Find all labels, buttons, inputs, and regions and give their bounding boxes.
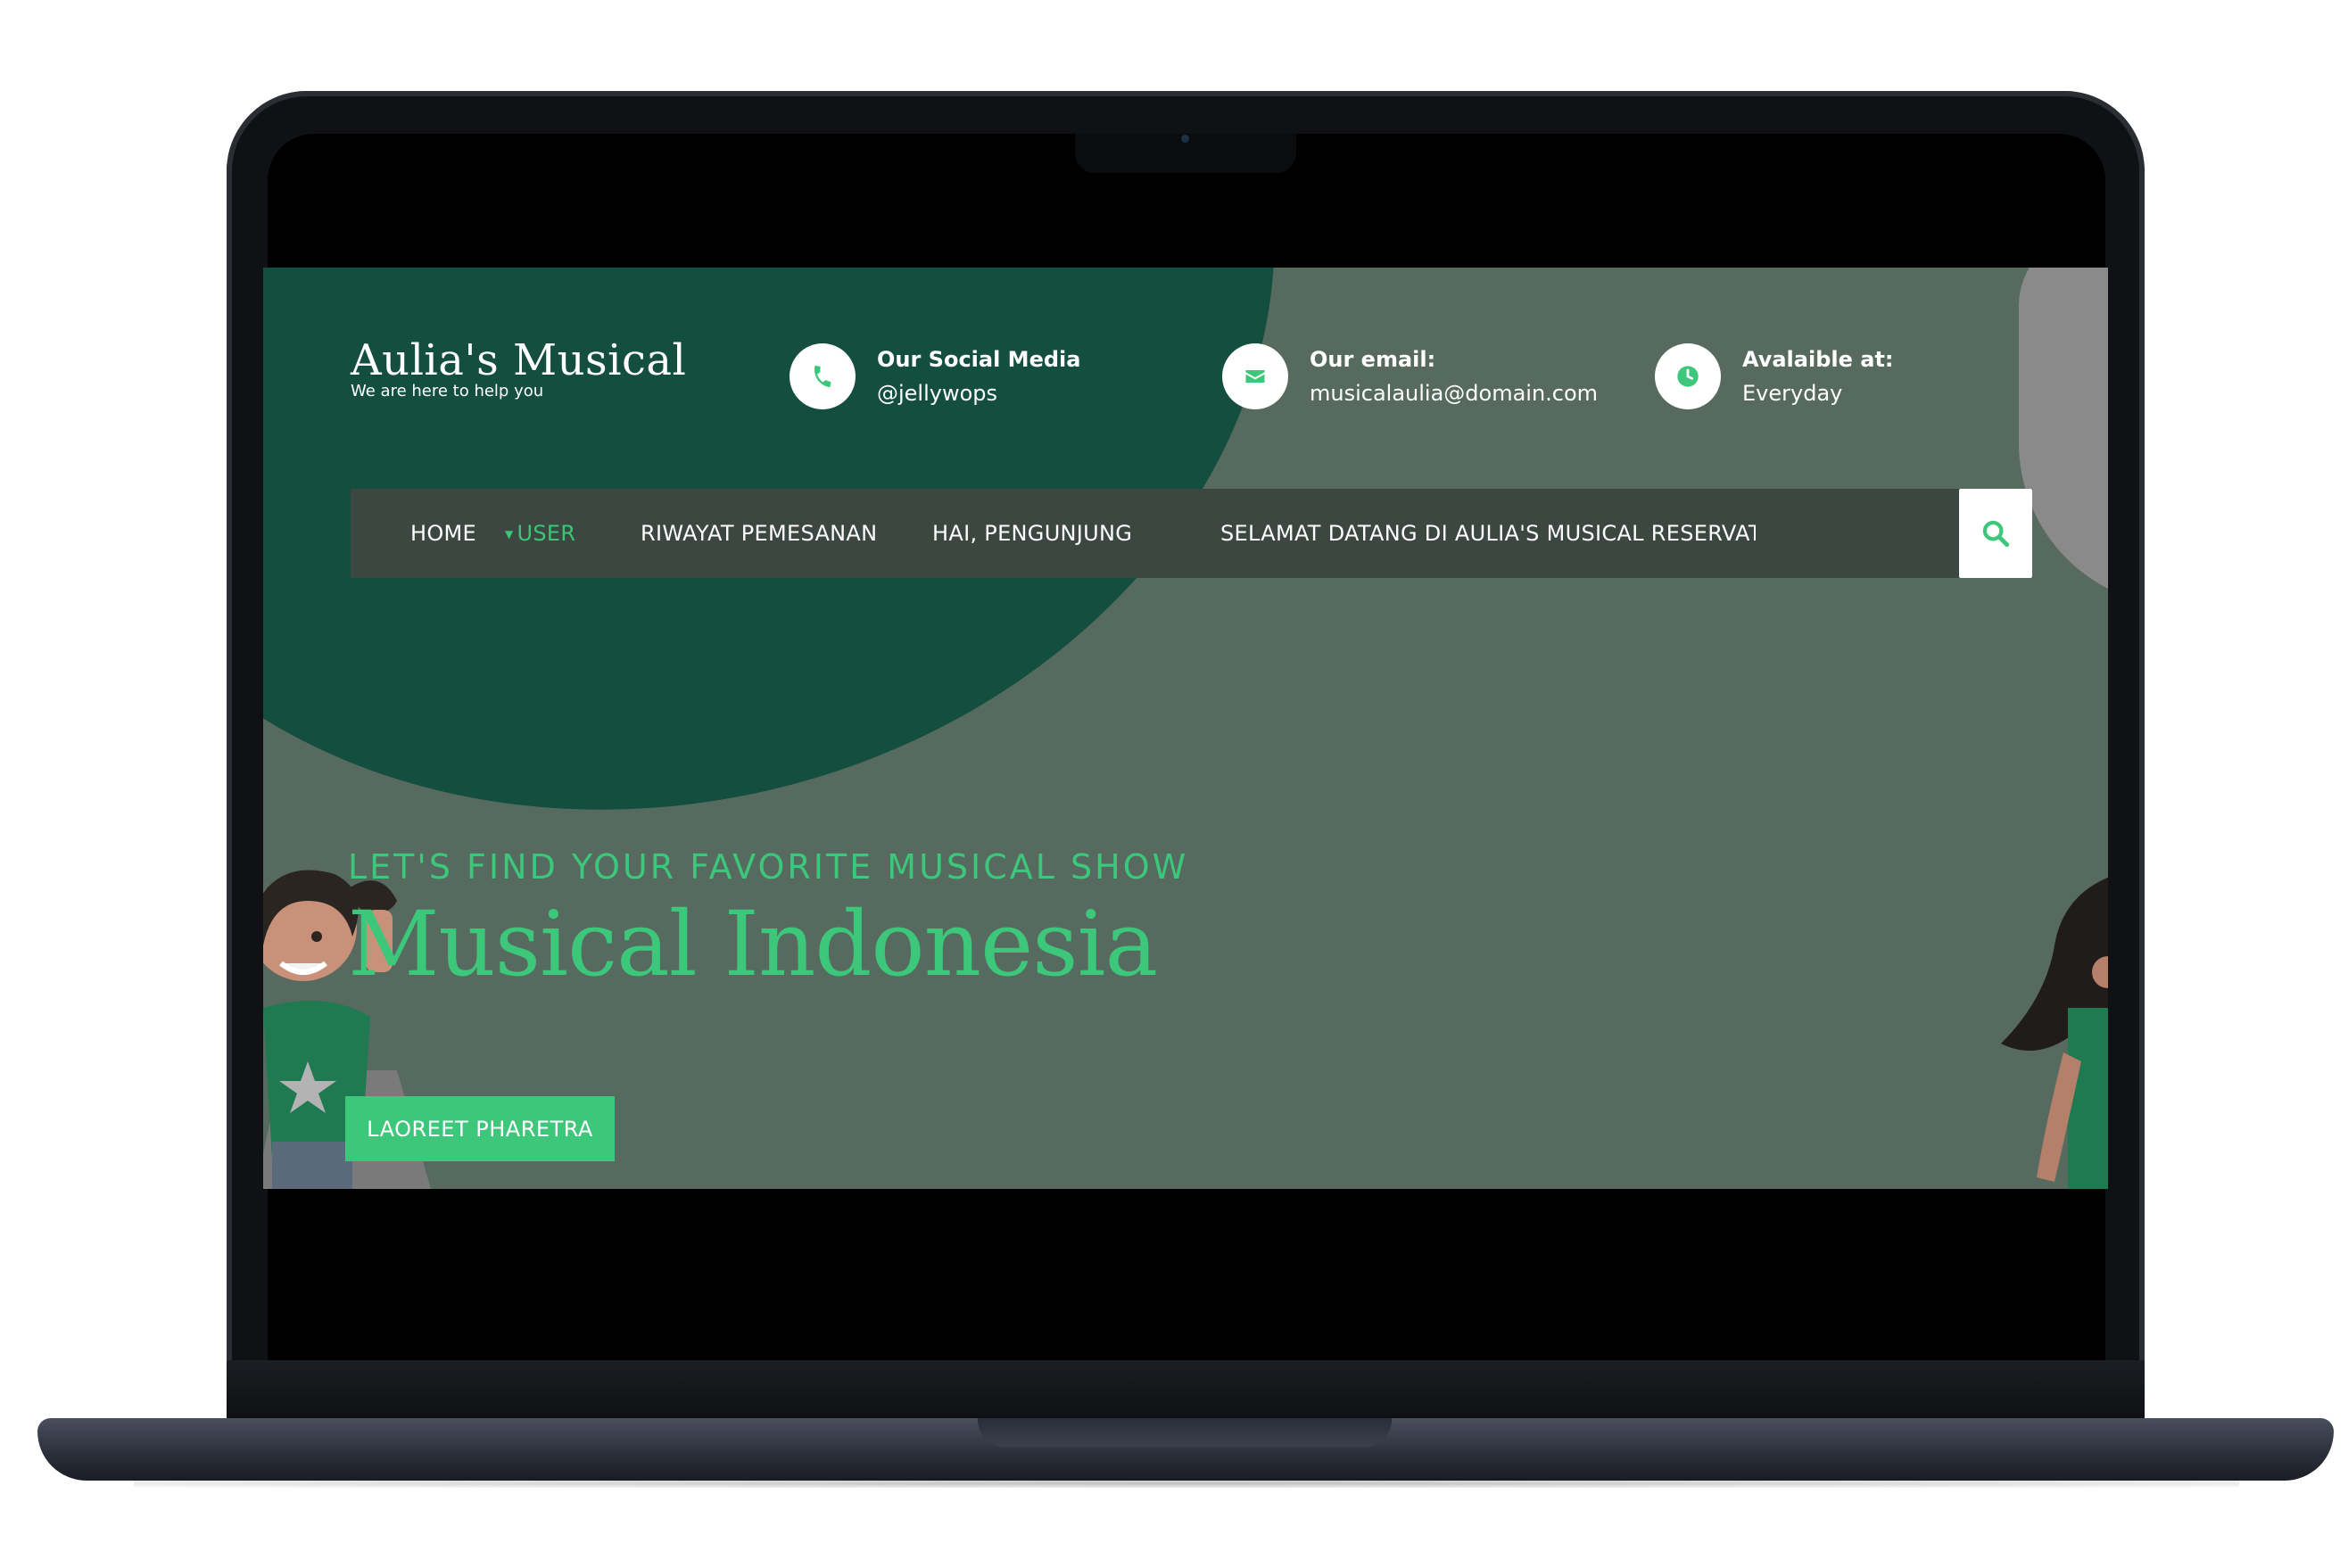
welcome-marquee: SELAMAT DATANG DI AULIA'S MUSICAL RESERV… (1220, 521, 1756, 546)
search-button[interactable] (1959, 489, 2032, 578)
clock-icon (1655, 343, 1721, 409)
phone-icon (790, 343, 856, 409)
hero-cta-button[interactable]: LAOREET PHARETRA (345, 1096, 615, 1161)
contact-availability: Avalaible at: Everyday (1655, 342, 1894, 410)
search-icon (1982, 520, 2010, 548)
contact-value: Everyday (1742, 381, 1843, 406)
site-logo[interactable]: Aulia's Musical We are here to help you (351, 337, 686, 400)
contact-value[interactable]: musicalaulia@domain.com (1310, 376, 1598, 410)
main-navbar: HOME ▼ USER RIWAYAT PEMESANAN HAI, PENGUN… (351, 489, 2032, 578)
hero-section: LET'S FIND YOUR FAVORITE MUSICAL SHOW Mu… (348, 847, 1188, 996)
hero-subtitle: LET'S FIND YOUR FAVORITE MUSICAL SHOW (348, 847, 1189, 887)
contact-label: Our email: (1310, 347, 1436, 372)
nav-booking-history[interactable]: RIWAYAT PEMESANAN (641, 521, 877, 546)
laptop-shadow (134, 1479, 2239, 1488)
nav-user[interactable]: ▼ USER (505, 521, 575, 546)
decorative-blob-grey (2019, 268, 2108, 607)
laptop-chin (227, 1360, 2145, 1418)
character-illustration-right (2001, 877, 2108, 1189)
website-screen: Aulia's Musical We are here to help you … (263, 268, 2108, 1189)
camera-icon (1181, 135, 1189, 143)
nav-user-label: USER (517, 521, 576, 546)
contact-value[interactable]: @jellywops (877, 376, 1080, 410)
laptop-opening-notch (978, 1418, 1392, 1447)
contact-social-media: Our Social Media @jellywops (790, 342, 1080, 410)
contact-email: Our email: musicalaulia@domain.com (1222, 342, 1598, 410)
nav-home[interactable]: HOME (410, 521, 476, 546)
caret-down-icon: ▼ (505, 528, 514, 541)
contact-label: Our Social Media (877, 347, 1081, 372)
envelope-icon (1222, 343, 1288, 409)
contact-label: Avalaible at: (1742, 347, 1894, 372)
hero-title: Musical Indonesia (348, 892, 1158, 996)
logo-title: Aulia's Musical (351, 335, 687, 385)
nav-greeting[interactable]: HAI, PENGUNJUNG (932, 521, 1132, 546)
